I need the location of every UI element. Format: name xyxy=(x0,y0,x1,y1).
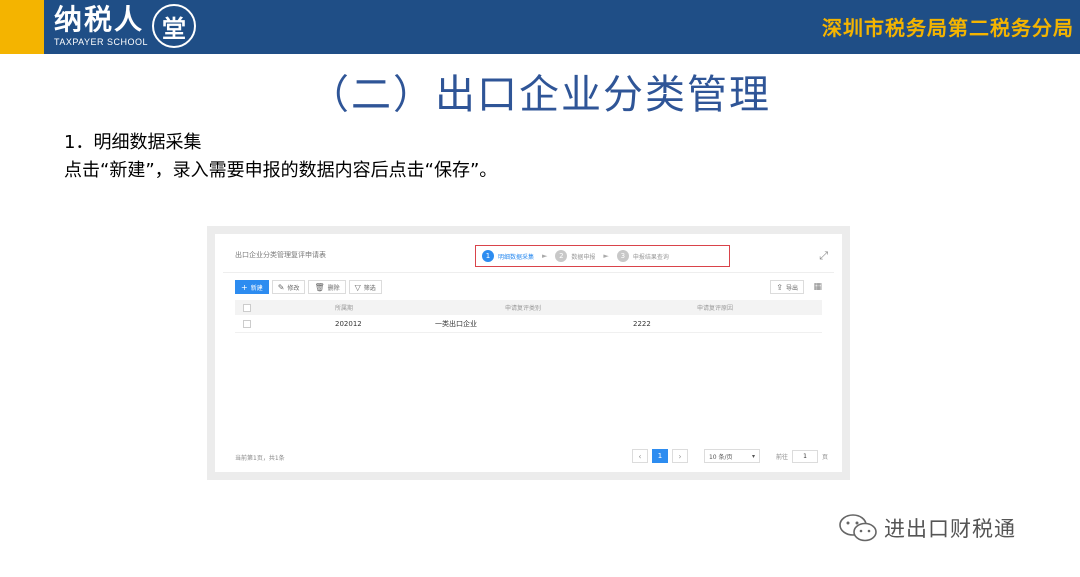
next-page-button[interactable]: › xyxy=(671,449,688,463)
cell-reason: 2222 xyxy=(633,320,651,328)
header-banner: 纳税人 TAXPAYER SCHOOL 堂 深圳市税务局第二税务分局 xyxy=(0,0,1080,54)
pagination-summary: 当前第1页，共1条 xyxy=(235,455,285,462)
app-screenshot-frame: 出口企业分类管理复评申请表 1 明细数据采集 ► 2 数据申报 ► 3 申报结果… xyxy=(207,226,850,480)
plus-icon: + xyxy=(241,282,248,292)
logo-text: 纳税人 xyxy=(54,3,145,36)
edit-button-label: 修改 xyxy=(287,284,300,292)
page-size-value: 10 条/页 xyxy=(708,453,733,461)
wizard-step-1[interactable]: 1 明细数据采集 xyxy=(482,250,534,262)
wizard-step-number: 1 xyxy=(482,250,494,262)
window-title: 出口企业分类管理复评申请表 xyxy=(235,251,326,259)
instruction-text: 点击“新建”，录入需要申报的数据内容后点击“保存”。 xyxy=(64,160,498,181)
wizard-steps: 1 明细数据采集 ► 2 数据申报 ► 3 申报结果查询 xyxy=(475,245,730,267)
divider xyxy=(223,272,834,273)
watermark: 进出口财税通 xyxy=(838,513,1016,543)
arrow-right-icon: ► xyxy=(542,252,548,260)
bureau-name: 深圳市税务局第二税务分局 xyxy=(822,16,1074,40)
slide-title: （二）出口企业分类管理 xyxy=(309,72,771,118)
fullscreen-icon[interactable]: ⤢ xyxy=(819,249,828,263)
new-button[interactable]: + 新建 xyxy=(235,280,269,294)
chevron-down-icon: ▾ xyxy=(751,452,755,460)
wizard-step-label: 申报结果查询 xyxy=(632,253,669,261)
wizard-step-label: 数据申报 xyxy=(571,253,596,261)
logo-subtitle: TAXPAYER SCHOOL xyxy=(54,37,149,47)
wizard-step-label: 明细数据采集 xyxy=(498,253,535,261)
delete-button-label: 删除 xyxy=(327,284,340,292)
filter-icon: ▽ xyxy=(354,282,361,292)
edit-icon: ✎ xyxy=(277,282,285,292)
edit-button[interactable]: ✎ 修改 xyxy=(271,280,306,294)
new-button-label: 新建 xyxy=(250,284,263,292)
export-button-label: 导出 xyxy=(785,284,798,292)
filter-button-label: 筛选 xyxy=(363,284,376,292)
select-all-checkbox[interactable] xyxy=(243,300,251,315)
delete-button[interactable]: 🗑 删除 xyxy=(308,280,346,294)
cell-period: 202012 xyxy=(335,320,362,328)
filter-button[interactable]: ▽ 筛选 xyxy=(348,280,382,294)
wizard-step-2[interactable]: 2 数据申报 xyxy=(555,250,595,262)
export-button[interactable]: ⇪ 导出 xyxy=(770,280,804,294)
app-window: 出口企业分类管理复评申请表 1 明细数据采集 ► 2 数据申报 ► 3 申报结果… xyxy=(215,234,842,472)
page-button[interactable]: 1 xyxy=(651,449,668,463)
arrow-right-icon: ► xyxy=(603,252,609,260)
wizard-step-3[interactable]: 3 申报结果查询 xyxy=(616,250,669,262)
logo-seal: 堂 xyxy=(152,4,197,48)
goto-label: 前往 xyxy=(775,453,788,461)
cell-category: 一类出口企业 xyxy=(435,320,477,328)
logo: 纳税人 TAXPAYER SCHOOL 堂 xyxy=(54,3,197,50)
column-header[interactable]: 所属期 xyxy=(335,300,353,315)
page-size-select[interactable]: 10 条/页 ▾ xyxy=(703,449,760,463)
banner-accent xyxy=(0,0,44,54)
export-icon: ⇪ xyxy=(776,282,783,292)
prev-page-button[interactable]: ‹ xyxy=(631,449,648,463)
goto-page-input[interactable]: 1 xyxy=(791,449,818,463)
page-suffix: 页 xyxy=(821,453,828,461)
column-header[interactable]: 申请复评原因 xyxy=(697,300,733,315)
table-row[interactable]: 202012 一类出口企业 2222 xyxy=(235,316,822,333)
watermark-text: 进出口财税通 xyxy=(884,517,1016,541)
pagination: ‹ 1 › 10 条/页 ▾ 前往 1 页 xyxy=(631,449,828,463)
wizard-step-number: 3 xyxy=(616,250,629,262)
step-heading: 1．明细数据采集 xyxy=(64,132,202,153)
row-checkbox[interactable] xyxy=(243,316,251,332)
wizard-step-number: 2 xyxy=(555,250,568,262)
wechat-icon xyxy=(839,514,877,542)
grid-settings-icon[interactable]: ▦ xyxy=(813,282,822,292)
table-header: 所属期 申请复评类别 申请复评原因 xyxy=(235,300,822,315)
column-header[interactable]: 申请复评类别 xyxy=(505,300,541,315)
trash-icon: 🗑 xyxy=(314,282,325,292)
toolbar: + 新建 ✎ 修改 🗑 删除 ▽ 筛选 xyxy=(235,280,382,294)
